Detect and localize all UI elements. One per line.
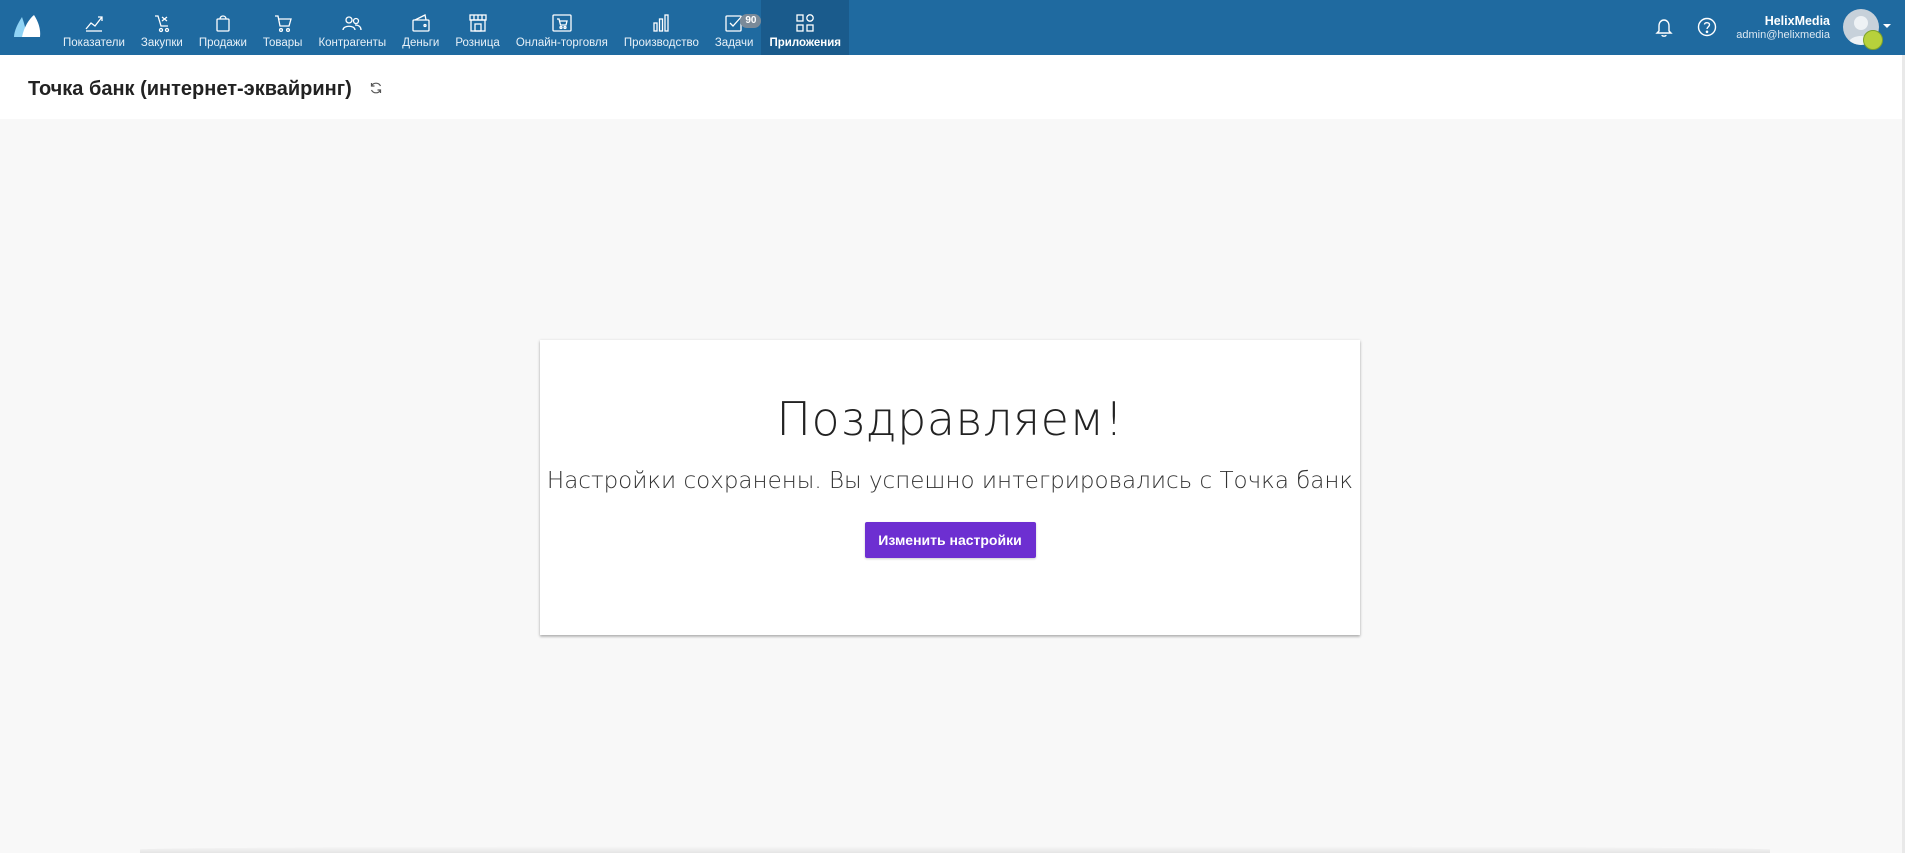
page-title: Точка банк (интернет-эквайринг) [28, 78, 352, 100]
user-name: HelixMedia [1764, 14, 1830, 28]
user-email: admin@helixmedia [1736, 29, 1830, 41]
nav-label: Онлайн-торговля [515, 37, 608, 49]
chart-line-icon [85, 16, 103, 32]
store-icon [468, 14, 487, 32]
nav-item-retail[interactable]: Розница [447, 0, 507, 55]
nav-label: Деньги [402, 37, 440, 49]
online-store-icon [552, 14, 572, 32]
nav-label: Розница [455, 37, 500, 49]
nav-item-online-trade[interactable]: Онлайн-торговля [508, 0, 616, 55]
cart-icon [274, 15, 292, 33]
wallet-icon [412, 14, 430, 32]
status-badge-icon [1863, 30, 1883, 50]
success-message: Настройки сохранены. Вы успешно интегрир… [546, 468, 1354, 494]
nav-item-apps[interactable]: Приложения [761, 0, 849, 55]
nav-label: Приложения [769, 37, 841, 49]
shopping-bag-icon [216, 15, 230, 32]
top-navigation-bar: Показатели Закупки Продажи Товары Контра… [0, 0, 1905, 55]
nav-label: Контрагенты [318, 37, 387, 49]
nav-item-indicators[interactable]: Показатели [55, 0, 133, 55]
bell-icon[interactable] [1653, 16, 1675, 38]
purchases-icon [154, 15, 170, 33]
nav-label: Задачи [714, 37, 754, 49]
chevron-down-icon[interactable] [1883, 24, 1891, 28]
apps-grid-icon [796, 14, 815, 32]
nav-item-purchases[interactable]: Закупки [133, 0, 191, 55]
tasks-count-badge: 90 [740, 14, 762, 28]
success-card: Поздравляем! Настройки сохранены. Вы усп… [540, 340, 1360, 635]
nav-item-contractors[interactable]: Контрагенты [310, 0, 394, 55]
nav-label: Продажи [198, 37, 247, 49]
nav-label: Производство [623, 37, 699, 49]
bottom-panel-shadow [140, 846, 1770, 853]
user-menu[interactable]: HelixMedia admin@helixmedia [1736, 14, 1830, 41]
refresh-icon[interactable] [369, 81, 383, 95]
help-icon[interactable] [1696, 16, 1718, 38]
nav-item-money[interactable]: Деньги [394, 0, 447, 55]
nav-item-production[interactable]: Производство [616, 0, 707, 55]
people-icon [342, 16, 362, 31]
nav-item-sales[interactable]: Продажи [191, 0, 255, 55]
success-title: Поздравляем! [776, 392, 1124, 446]
nav-label: Товары [262, 37, 303, 49]
nav-item-products[interactable]: Товары [255, 0, 311, 55]
nav-item-tasks[interactable]: Задачи 90 [707, 0, 762, 55]
change-settings-button[interactable]: Изменить настройки [864, 522, 1036, 558]
nav-label: Показатели [63, 37, 125, 49]
nav-label: Закупки [140, 37, 183, 49]
logo-icon[interactable] [12, 13, 42, 39]
main-nav: Показатели Закупки Продажи Товары Контра… [55, 0, 849, 55]
bar-chart-icon [653, 14, 670, 32]
page-header: Точка банк (интернет-эквайринг) [0, 55, 1902, 119]
